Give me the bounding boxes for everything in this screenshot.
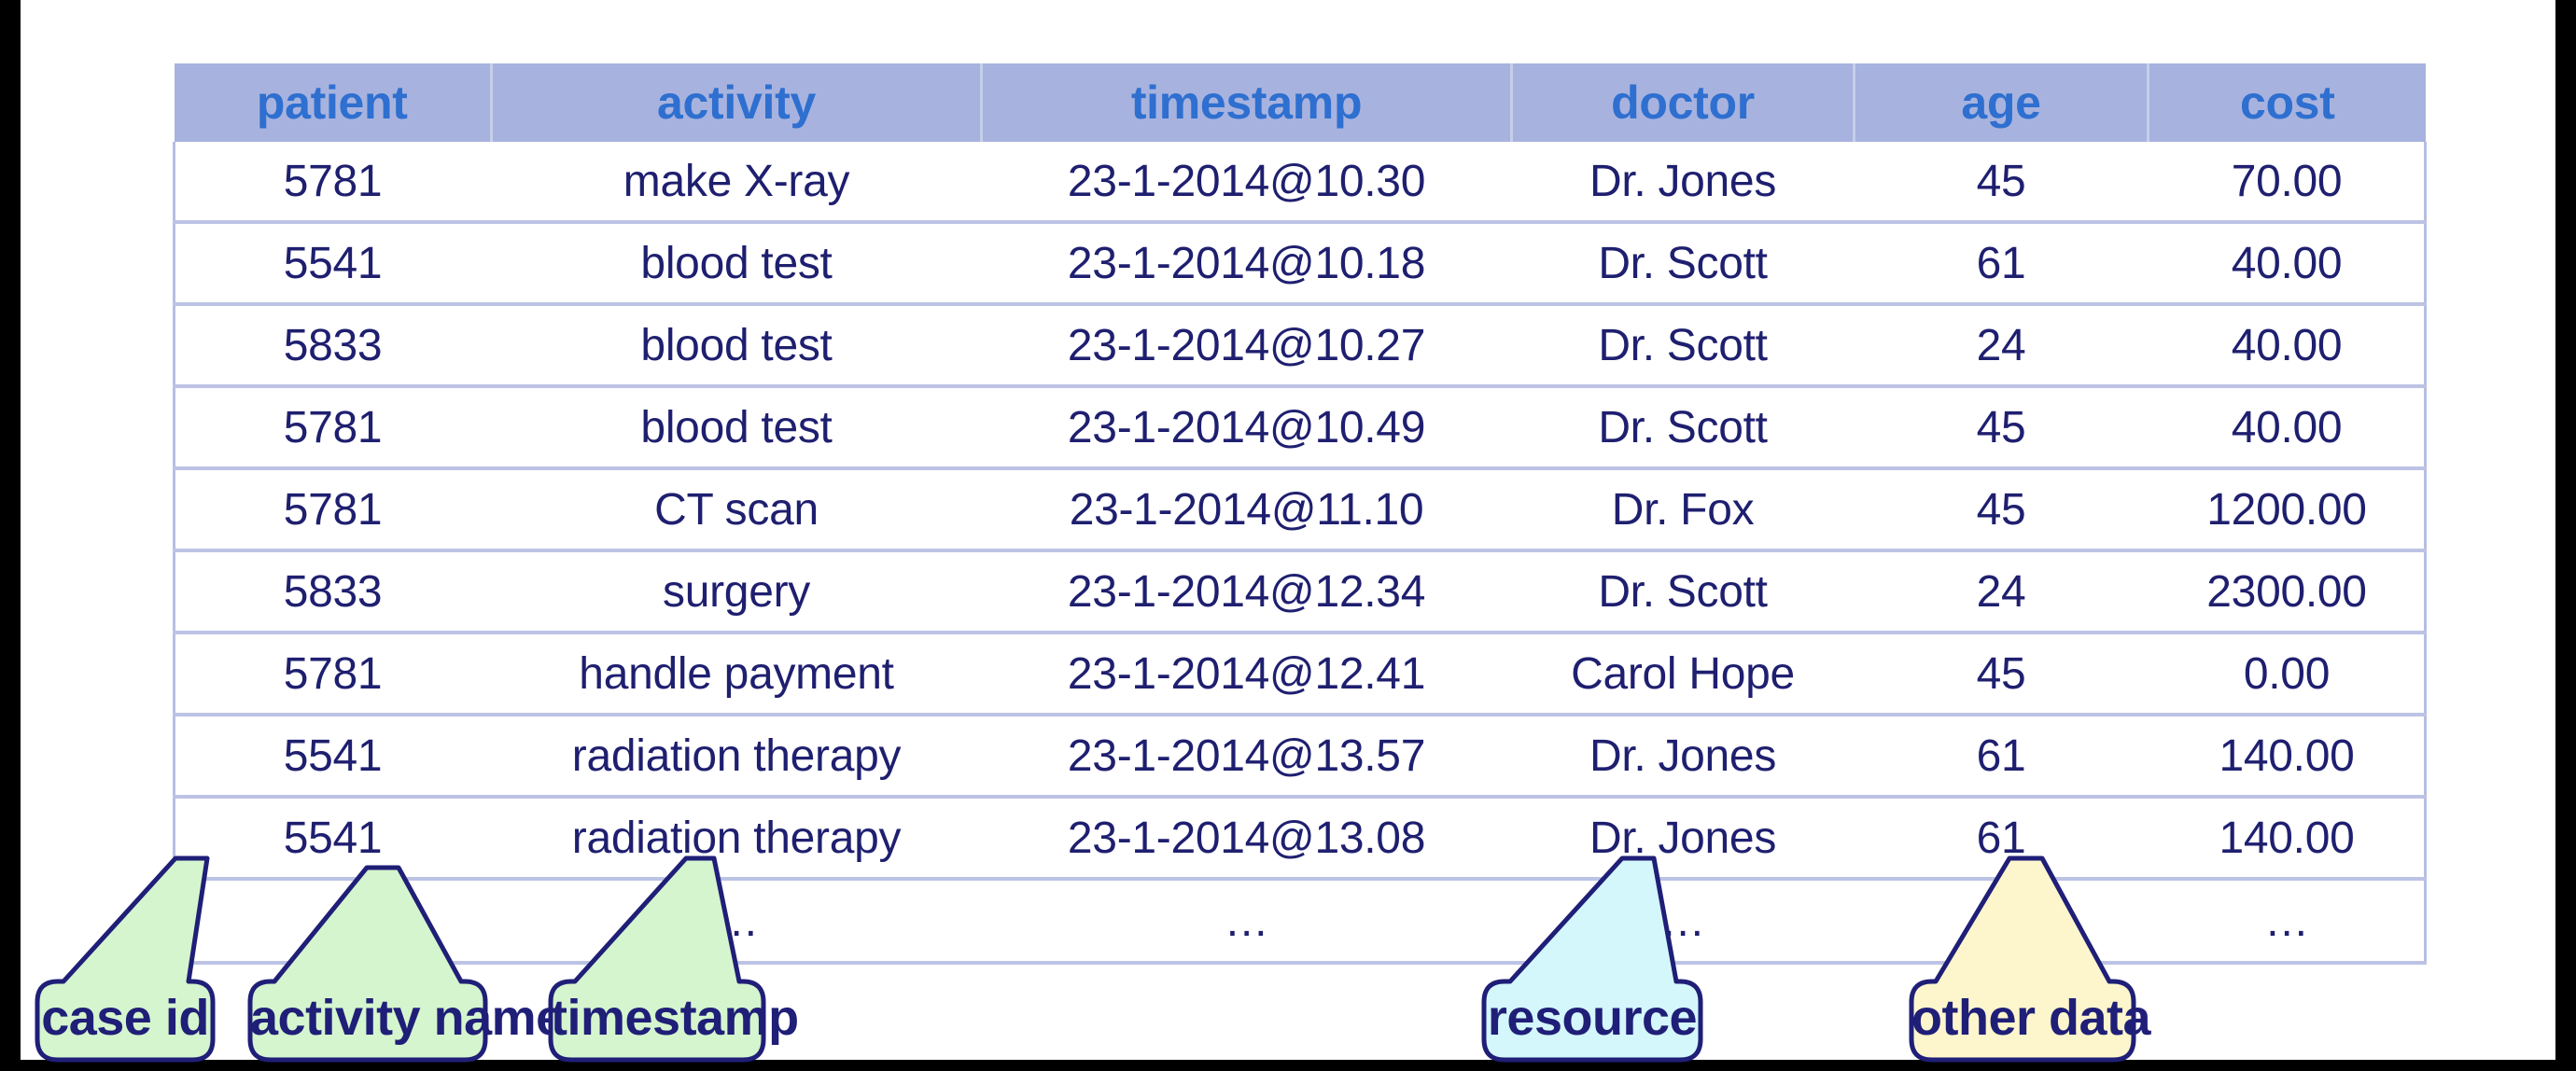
cell-doctor: Dr. Jones bbox=[1510, 715, 1855, 799]
cell-activity: make X-ray bbox=[490, 142, 982, 224]
cell-timestamp: 23-1-2014@13.57 bbox=[980, 715, 1512, 799]
table-row[interactable]: 5541 blood test 23-1-2014@10.18 Dr. Scott 61… bbox=[173, 222, 2427, 306]
cell-doctor: Carol Hope bbox=[1510, 633, 1855, 716]
cell-age: 61 bbox=[1853, 222, 2149, 306]
callout-shape bbox=[548, 855, 766, 1063]
cell-doctor: Dr. Jones bbox=[1510, 142, 1855, 224]
cell-activity: radiation therapy bbox=[490, 715, 982, 799]
right-frame-bar bbox=[2555, 0, 2576, 1071]
table-row[interactable]: 5833 surgery 23-1-2014@12.34 Dr. Scott 24 230… bbox=[173, 550, 2427, 634]
cell-age: 61 bbox=[1853, 715, 2149, 799]
cell-doctor: Dr. Fox bbox=[1510, 468, 1855, 552]
cell-cost: … bbox=[2147, 879, 2427, 965]
table-row[interactable]: 5833 blood test 23-1-2014@10.27 Dr. Scott 24… bbox=[173, 304, 2427, 388]
cell-timestamp: 23-1-2014@10.49 bbox=[980, 386, 1512, 470]
table-header-row: patient activity timestamp doctor age co… bbox=[174, 63, 2426, 142]
cell-timestamp: 23-1-2014@10.27 bbox=[980, 304, 1512, 388]
cell-activity: handle payment bbox=[490, 633, 982, 716]
cell-patient: 5541 bbox=[173, 715, 492, 799]
cell-patient: 5833 bbox=[173, 304, 492, 388]
cell-activity: blood test bbox=[490, 386, 982, 470]
cell-age: 24 bbox=[1853, 304, 2149, 388]
cell-activity: surgery bbox=[490, 550, 982, 634]
column-header-doctor[interactable]: doctor bbox=[1511, 63, 1855, 142]
cell-cost: 40.00 bbox=[2147, 304, 2427, 388]
callout-other-data[interactable]: other data bbox=[1909, 855, 2151, 1063]
column-header-timestamp[interactable]: timestamp bbox=[981, 63, 1513, 142]
callout-shape bbox=[1909, 855, 2136, 1063]
cell-patient: 5541 bbox=[173, 222, 492, 306]
cell-age: 45 bbox=[1853, 386, 2149, 470]
cell-cost: 140.00 bbox=[2147, 715, 2427, 799]
table-row[interactable]: 5781 CT scan 23-1-2014@11.10 Dr. Fox 45 1200.… bbox=[173, 468, 2427, 552]
table-row[interactable]: 5781 handle payment 23-1-2014@12.41 Carol H… bbox=[173, 633, 2427, 716]
cell-cost: 2300.00 bbox=[2147, 550, 2427, 634]
cell-doctor: Dr. Scott bbox=[1510, 386, 1855, 470]
cell-patient: 5541 bbox=[173, 797, 492, 881]
cell-activity: blood test bbox=[490, 222, 982, 306]
column-header-age[interactable]: age bbox=[1854, 63, 2149, 142]
callout-timestamp[interactable]: timestamp bbox=[548, 855, 799, 1063]
cell-activity: CT scan bbox=[490, 468, 982, 552]
cell-cost: 70.00 bbox=[2147, 142, 2427, 224]
table-row[interactable]: 5541 radiation therapy 23-1-2014@13.57 Dr. … bbox=[173, 715, 2427, 799]
cell-age: 45 bbox=[1853, 142, 2149, 224]
cell-timestamp: 23-1-2014@10.18 bbox=[980, 222, 1512, 306]
cell-age: 45 bbox=[1853, 633, 2149, 716]
cell-patient: 5781 bbox=[173, 468, 492, 552]
cell-doctor: Dr. Scott bbox=[1510, 304, 1855, 388]
column-header-cost[interactable]: cost bbox=[2148, 63, 2426, 142]
cell-age: 45 bbox=[1853, 468, 2149, 552]
cell-timestamp: … bbox=[980, 879, 1512, 965]
table-row[interactable]: 5781 blood test 23-1-2014@10.49 Dr. Scott 45… bbox=[173, 386, 2427, 470]
callout-shape bbox=[1481, 855, 1703, 1063]
cell-cost: 0.00 bbox=[2147, 633, 2427, 716]
column-header-activity[interactable]: activity bbox=[491, 63, 983, 142]
cell-patient: 5833 bbox=[173, 550, 492, 634]
slide-canvas: patient activity timestamp doctor age co… bbox=[0, 0, 2576, 1071]
table-row[interactable]: 5781 make X-ray 23-1-2014@10.30 Dr. Jones 45… bbox=[173, 142, 2427, 224]
cell-doctor: Dr. Scott bbox=[1510, 550, 1855, 634]
cell-patient: 5781 bbox=[173, 633, 492, 716]
cell-timestamp: 23-1-2014@11.10 bbox=[980, 468, 1512, 552]
cell-activity: blood test bbox=[490, 304, 982, 388]
callout-resource[interactable]: resource bbox=[1481, 855, 1703, 1063]
cell-timestamp: 23-1-2014@10.30 bbox=[980, 142, 1512, 224]
callout-shape bbox=[247, 865, 488, 1063]
cell-timestamp: 23-1-2014@12.41 bbox=[980, 633, 1512, 716]
callout-shape bbox=[35, 855, 216, 1063]
cell-cost: 1200.00 bbox=[2147, 468, 2427, 552]
cell-cost: 40.00 bbox=[2147, 386, 2427, 470]
column-header-patient[interactable]: patient bbox=[174, 63, 493, 142]
cell-patient: 5781 bbox=[173, 386, 492, 470]
cell-timestamp: 23-1-2014@12.34 bbox=[980, 550, 1512, 634]
cell-cost: 40.00 bbox=[2147, 222, 2427, 306]
cell-doctor: Dr. Scott bbox=[1510, 222, 1855, 306]
cell-patient: 5781 bbox=[173, 142, 492, 224]
left-frame-bar bbox=[0, 0, 21, 1071]
cell-cost: 140.00 bbox=[2147, 797, 2427, 881]
callout-case-id[interactable]: case id bbox=[35, 855, 216, 1063]
cell-age: 24 bbox=[1853, 550, 2149, 634]
callout-activity-name[interactable]: activity name bbox=[247, 865, 564, 1063]
event-log-table: patient activity timestamp doctor age co… bbox=[173, 63, 2427, 965]
cell-timestamp: 23-1-2014@13.08 bbox=[980, 797, 1512, 881]
